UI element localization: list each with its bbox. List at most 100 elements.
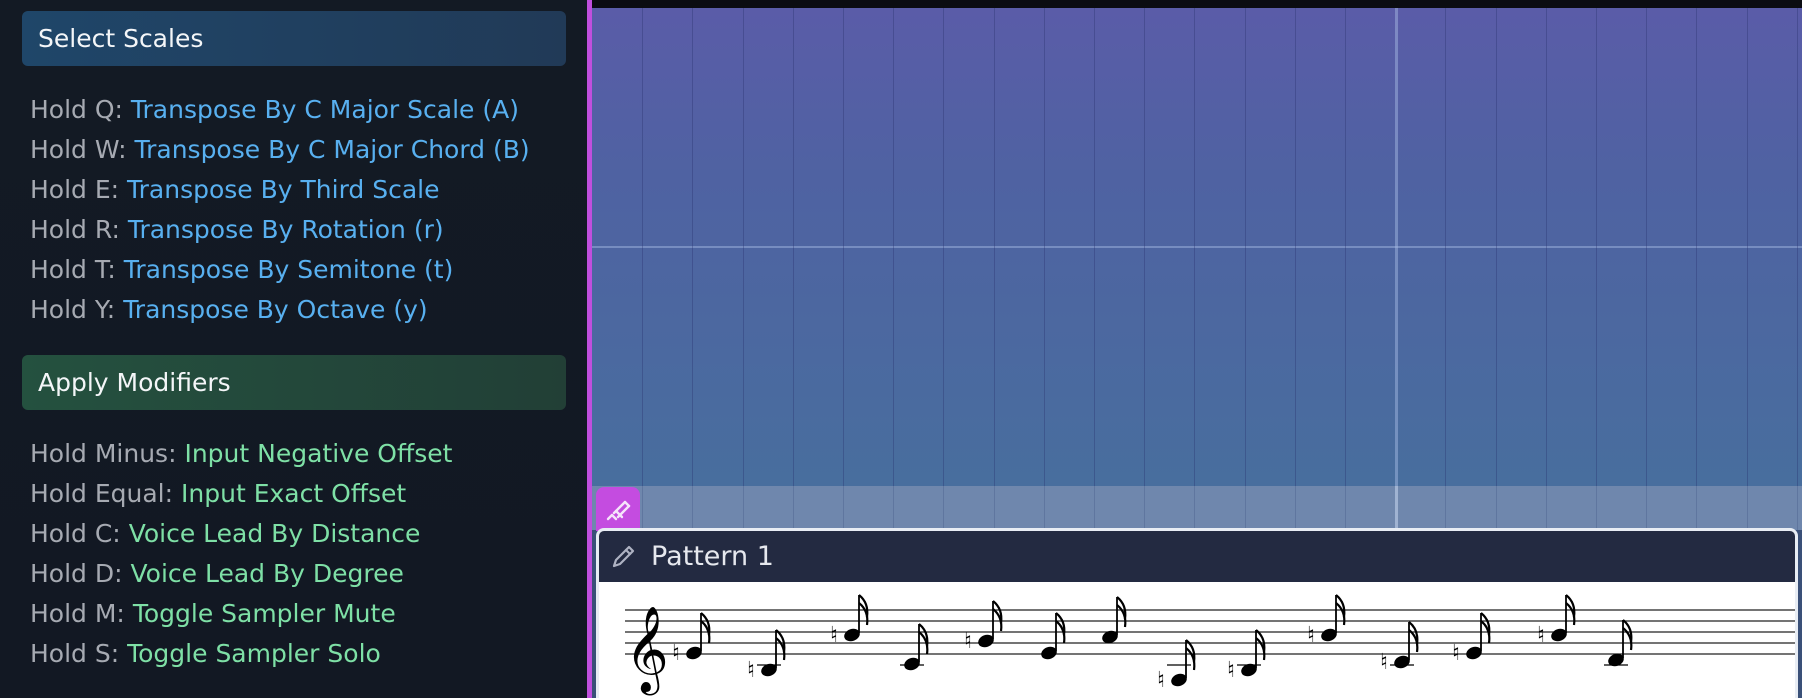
modifier-shortcut-list: Hold Minus: Input Negative Offset Hold E… (30, 434, 452, 674)
lane-line (1295, 486, 1296, 530)
brush-button[interactable] (596, 487, 640, 531)
shortcut-m: Hold M: Toggle Sampler Mute (30, 594, 452, 634)
pencil-icon[interactable] (609, 543, 637, 571)
natural-sign: ♮ (1157, 668, 1165, 693)
pattern-lane[interactable] (592, 486, 1802, 530)
shortcut-action: Voice Lead By Degree (130, 559, 404, 588)
lane-line (692, 486, 693, 530)
shortcut-action: Toggle Sampler Solo (127, 639, 381, 668)
lane-line (1194, 486, 1195, 530)
lane-line (1445, 486, 1446, 530)
shortcut-key: Hold M: (30, 599, 125, 628)
grid-beat-line (1094, 8, 1095, 486)
shortcut-action: Transpose By Semitone (t) (123, 255, 454, 284)
shortcut-key: Hold C: (30, 519, 121, 548)
grid-beat-line (1646, 8, 1647, 486)
pattern-panel: Pattern 1 𝄞 ♮ ♮ ♮ ♮ ♮ ♮ ♮ ♮ ♮ ♮ (596, 528, 1798, 698)
music-staff[interactable]: 𝄞 ♮♮♮ ♮♮ ♮♮♮ ♮♮ (599, 582, 1798, 698)
shortcut-action: Input Exact Offset (181, 479, 407, 508)
grid-beat-line (1245, 8, 1246, 486)
grid-beat-line (843, 8, 844, 486)
lane-line (642, 486, 643, 530)
lane-line (1646, 486, 1647, 530)
lane-line (1797, 486, 1798, 530)
shortcut-d: Hold D: Voice Lead By Degree (30, 554, 452, 594)
shortcut-action: Input Negative Offset (184, 439, 453, 468)
shortcut-w: Hold W: Transpose By C Major Chord (B) (30, 130, 530, 170)
shortcut-key: Hold Y: (30, 295, 116, 324)
shortcut-action: Transpose By Third Scale (127, 175, 440, 204)
natural-sign: ♮ (1380, 650, 1388, 675)
grid-beat-line (1194, 8, 1195, 486)
lane-line (743, 486, 744, 530)
shortcut-key: Hold S: (30, 639, 120, 668)
shortcut-t: Hold T: Transpose By Semitone (t) (30, 250, 530, 290)
grid-beat-line (1345, 8, 1346, 486)
grid-beat-line (1295, 8, 1296, 486)
natural-sign: ♮ (964, 629, 972, 654)
lane-line (1747, 486, 1748, 530)
pattern-title[interactable]: Pattern 1 (651, 541, 774, 572)
natural-sign: ♮ (1537, 623, 1545, 648)
lane-line (1094, 486, 1095, 530)
shortcut-action: Transpose By C Major Scale (A) (130, 95, 519, 124)
shortcut-q: Hold Q: Transpose By C Major Scale (A) (30, 90, 530, 130)
shortcut-panel: Select Scales Hold Q: Transpose By C Maj… (0, 0, 587, 698)
shortcut-key: Hold E: (30, 175, 120, 204)
shortcut-e: Hold E: Transpose By Third Scale (30, 170, 530, 210)
grid-bar-line (1395, 8, 1398, 486)
shortcut-action: Transpose By Octave (y) (123, 295, 428, 324)
top-bar (592, 0, 1802, 8)
brush-icon (606, 500, 631, 521)
apply-modifiers-title: Apply Modifiers (38, 368, 231, 397)
lane-line (1596, 486, 1597, 530)
grid-beat-line (893, 8, 894, 486)
lane-line (793, 486, 794, 530)
shortcut-minus: Hold Minus: Input Negative Offset (30, 434, 452, 474)
grid-beat-line (1496, 8, 1497, 486)
shortcut-key: Hold R: (30, 215, 120, 244)
natural-sign: ♮ (1307, 623, 1315, 648)
pattern-header: Pattern 1 (599, 531, 1795, 582)
shortcut-key: Hold W: (30, 135, 127, 164)
lane-line (893, 486, 894, 530)
shortcut-key: Hold Minus: (30, 439, 177, 468)
natural-sign: ♮ (1227, 658, 1235, 683)
lane-line (1245, 486, 1246, 530)
lane-line (1044, 486, 1045, 530)
grid-beat-line (1797, 8, 1798, 486)
shortcut-action: Toggle Sampler Mute (132, 599, 396, 628)
grid-beat-line (1144, 8, 1145, 486)
grid-center-line (592, 246, 1802, 248)
shortcut-c: Hold C: Voice Lead By Distance (30, 514, 452, 554)
grid-beat-line (1747, 8, 1748, 486)
lane-line (994, 486, 995, 530)
lane-line (1395, 486, 1398, 530)
grid-beat-line (943, 8, 944, 486)
shortcut-action: Transpose By C Major Chord (B) (134, 135, 530, 164)
natural-sign: ♮ (1452, 641, 1460, 666)
grid-beat-line (793, 8, 794, 486)
grid-beat-line (1445, 8, 1446, 486)
grid-beat-line (692, 8, 693, 486)
scale-shortcut-list: Hold Q: Transpose By C Major Scale (A) H… (30, 90, 530, 330)
lane-line (1696, 486, 1697, 530)
shortcut-y: Hold Y: Transpose By Octave (y) (30, 290, 530, 330)
grid-beat-line (1696, 8, 1697, 486)
natural-sign: ♮ (747, 658, 755, 683)
lane-line (1144, 486, 1145, 530)
shortcut-s: Hold S: Toggle Sampler Solo (30, 634, 452, 674)
lane-line (943, 486, 944, 530)
natural-sign: ♮ (672, 641, 680, 666)
sequencer-area: Pattern 1 𝄞 ♮ ♮ ♮ ♮ ♮ ♮ ♮ ♮ ♮ ♮ (592, 0, 1802, 698)
note-grid[interactable] (592, 8, 1802, 486)
apply-modifiers-header: Apply Modifiers (22, 355, 566, 410)
shortcut-key: Hold T: (30, 255, 116, 284)
grid-beat-line (1596, 8, 1597, 486)
shortcut-equal: Hold Equal: Input Exact Offset (30, 474, 452, 514)
lane-line (1496, 486, 1497, 530)
natural-sign: ♮ (830, 623, 838, 648)
shortcut-key: Hold Equal: (30, 479, 174, 508)
lane-line (1345, 486, 1346, 530)
select-scales-header: Select Scales (22, 11, 566, 66)
